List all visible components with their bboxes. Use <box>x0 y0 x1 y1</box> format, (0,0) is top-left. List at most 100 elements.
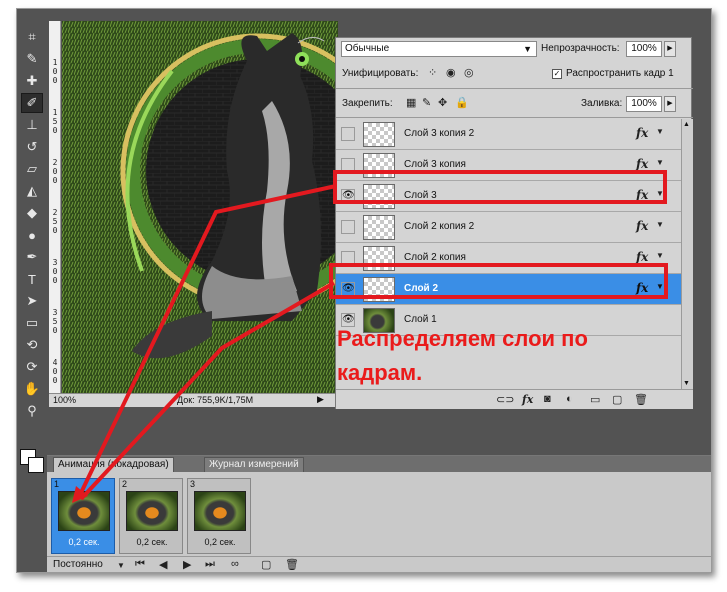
pen-tool-icon[interactable]: ✒ <box>21 247 43 267</box>
layer-row[interactable]: 👁 Слой 3 копия 2 fx ▼ <box>336 119 681 150</box>
adjustment-layer-icon[interactable]: ◐ <box>566 393 573 405</box>
ruler-tick-label: 0 <box>52 76 58 85</box>
layer-row[interactable]: 👁 Слой 2 fx ▼ <box>336 274 681 305</box>
frame-thumbnail <box>194 491 246 531</box>
lock-position-icon[interactable]: ✥ <box>438 96 447 109</box>
layer-name: Слой 3 копия <box>404 159 466 170</box>
zoom-level[interactable]: 100% <box>53 395 76 405</box>
frame-delay[interactable]: 0,2 сек. <box>188 537 252 547</box>
loop-select[interactable]: Постоянно <box>53 559 103 570</box>
effects-expand-icon[interactable]: ▼ <box>656 127 664 136</box>
visibility-eye-icon[interactable]: 👁 <box>341 251 355 265</box>
effects-expand-icon[interactable]: ▼ <box>656 282 664 291</box>
path-selection-icon[interactable]: ➤ <box>21 291 43 311</box>
zoom-tool-icon[interactable]: ⚲ <box>21 401 43 421</box>
opacity-stepper-icon[interactable]: ▶ <box>664 41 676 57</box>
layer-row[interactable]: 👁 Слой 3 копия fx ▼ <box>336 150 681 181</box>
next-frame-icon[interactable]: ⏭ <box>205 558 215 571</box>
tab-animation[interactable]: Анимация (покадровая) <box>53 457 174 472</box>
scroll-down-icon[interactable]: ▼ <box>683 380 690 387</box>
paint-bucket-icon[interactable]: ◭ <box>21 181 43 201</box>
effects-expand-icon[interactable]: ▼ <box>656 220 664 229</box>
layer-effects-icon[interactable]: fx <box>636 219 648 233</box>
tab-measurement-log[interactable]: Журнал измерений <box>204 457 304 472</box>
crop-tool-icon[interactable]: ⌗ <box>21 27 43 47</box>
visibility-eye-icon[interactable]: 👁 <box>341 158 355 172</box>
frame-delay[interactable]: 0,2 сек. <box>120 537 184 547</box>
scroll-up-icon[interactable]: ▲ <box>683 121 690 128</box>
new-layer-icon[interactable]: ▢ <box>612 393 622 406</box>
frame-number: 2 <box>122 479 128 489</box>
opacity-field[interactable]: 100% <box>626 41 662 57</box>
layer-effects-icon[interactable]: fx <box>636 126 648 140</box>
unify-visibility-icon[interactable]: ◉ <box>446 66 456 79</box>
layer-effects-icon[interactable]: fx <box>636 188 648 202</box>
layer-effects-icon[interactable]: fx <box>636 157 648 171</box>
delete-frame-icon[interactable]: 🗑 <box>285 558 299 571</box>
layer-effects-icon[interactable]: fx <box>636 281 648 295</box>
screenshot-stage: ⌗ ✎ ✚ ✐ ⊥ ↺ ▱ ◭ ◆ ● ✒ T ➤ ▭ ⟲ ⟳ ✋ ⚲ 1001… <box>0 0 727 592</box>
loop-chevron-down-icon[interactable]: ▼ <box>117 561 125 570</box>
play-icon[interactable]: ▶ <box>183 558 191 571</box>
lock-transparency-icon[interactable]: ▦ <box>406 96 416 109</box>
blur-tool-icon[interactable]: ◆ <box>21 203 43 223</box>
layer-effects-icon[interactable]: fx <box>636 250 648 264</box>
fill-field[interactable]: 100% <box>626 96 662 112</box>
ruler-tick-label: 3 <box>52 308 58 317</box>
visibility-eye-icon[interactable]: 👁 <box>341 189 355 203</box>
link-layers-icon[interactable]: ⊂⊃ <box>496 393 514 406</box>
layer-name: Слой 2 <box>404 283 439 294</box>
rectangle-tool-icon[interactable]: ▭ <box>21 313 43 333</box>
animation-frame[interactable]: 2 0,2 сек. <box>119 478 183 554</box>
status-menu-arrow-icon[interactable]: ▶ <box>317 394 324 405</box>
unify-style-icon[interactable]: ◎ <box>464 66 474 79</box>
frame-delay[interactable]: 0,2 сек. <box>52 537 116 547</box>
layer-row[interactable]: 👁 Слой 3 fx ▼ <box>336 181 681 212</box>
unify-position-icon[interactable]: ⁘ <box>428 66 437 79</box>
brush-tool-icon[interactable]: ✐ <box>21 93 43 113</box>
ruler-tick-label: 2 <box>52 158 58 167</box>
3d-orbit-icon[interactable]: ⟳ <box>21 357 43 377</box>
effects-expand-icon[interactable]: ▼ <box>656 251 664 260</box>
new-group-icon[interactable]: ▭ <box>590 393 600 406</box>
blend-mode-value: Обычные <box>345 43 390 54</box>
delete-layer-icon[interactable]: 🗑 <box>634 393 648 406</box>
effects-expand-icon[interactable]: ▼ <box>656 158 664 167</box>
dodge-tool-icon[interactable]: ● <box>21 225 43 245</box>
propagate-checkbox[interactable]: ✓ <box>552 69 562 79</box>
layer-mask-icon[interactable]: ◙ <box>544 393 551 405</box>
visibility-eye-icon[interactable]: 👁 <box>341 220 355 234</box>
layer-row[interactable]: 👁 Слой 2 копия 2 fx ▼ <box>336 212 681 243</box>
document-canvas[interactable] <box>62 21 338 393</box>
ruler-tick-label: 0 <box>52 276 58 285</box>
lock-pixels-icon[interactable]: ✎ <box>422 96 431 109</box>
history-brush-icon[interactable]: ↺ <box>21 137 43 157</box>
type-tool-icon[interactable]: T <box>21 269 43 289</box>
animation-frame[interactable]: 3 0,2 сек. <box>187 478 251 554</box>
previous-frame-icon[interactable]: ◀ <box>159 558 167 571</box>
eraser-tool-icon[interactable]: ▱ <box>21 159 43 179</box>
eyedropper-tool-icon[interactable]: ✎ <box>21 49 43 69</box>
layer-thumbnail <box>363 246 395 271</box>
visibility-eye-icon[interactable]: 👁 <box>341 127 355 141</box>
fill-label: Заливка: <box>581 98 623 109</box>
layer-thumbnail <box>363 153 395 178</box>
healing-tool-icon[interactable]: ✚ <box>21 71 43 91</box>
background-color-swatch[interactable] <box>28 457 44 473</box>
layer-row[interactable]: 👁 Слой 2 копия fx ▼ <box>336 243 681 274</box>
duplicate-frame-icon[interactable]: ▢ <box>261 558 271 571</box>
visibility-eye-icon[interactable]: 👁 <box>341 282 355 296</box>
fill-stepper-icon[interactable]: ▶ <box>664 96 676 112</box>
blend-mode-select[interactable]: Обычные ▼ <box>341 41 537 57</box>
layers-scrollbar[interactable]: ▲ ▼ <box>681 119 693 389</box>
tween-icon[interactable]: ∞ <box>231 558 239 570</box>
stamp-tool-icon[interactable]: ⊥ <box>21 115 43 135</box>
layer-style-icon[interactable]: fx <box>522 393 533 406</box>
lock-all-icon[interactable]: 🔒 <box>455 96 469 109</box>
effects-expand-icon[interactable]: ▼ <box>656 189 664 198</box>
ruler-tick-label: 5 <box>52 217 58 226</box>
animation-frame[interactable]: 1 0,2 сек. <box>51 478 115 554</box>
hand-tool-icon[interactable]: ✋ <box>21 379 43 399</box>
3d-rotate-icon[interactable]: ⟲ <box>21 335 43 355</box>
first-frame-icon[interactable]: ⏮ <box>135 558 145 571</box>
